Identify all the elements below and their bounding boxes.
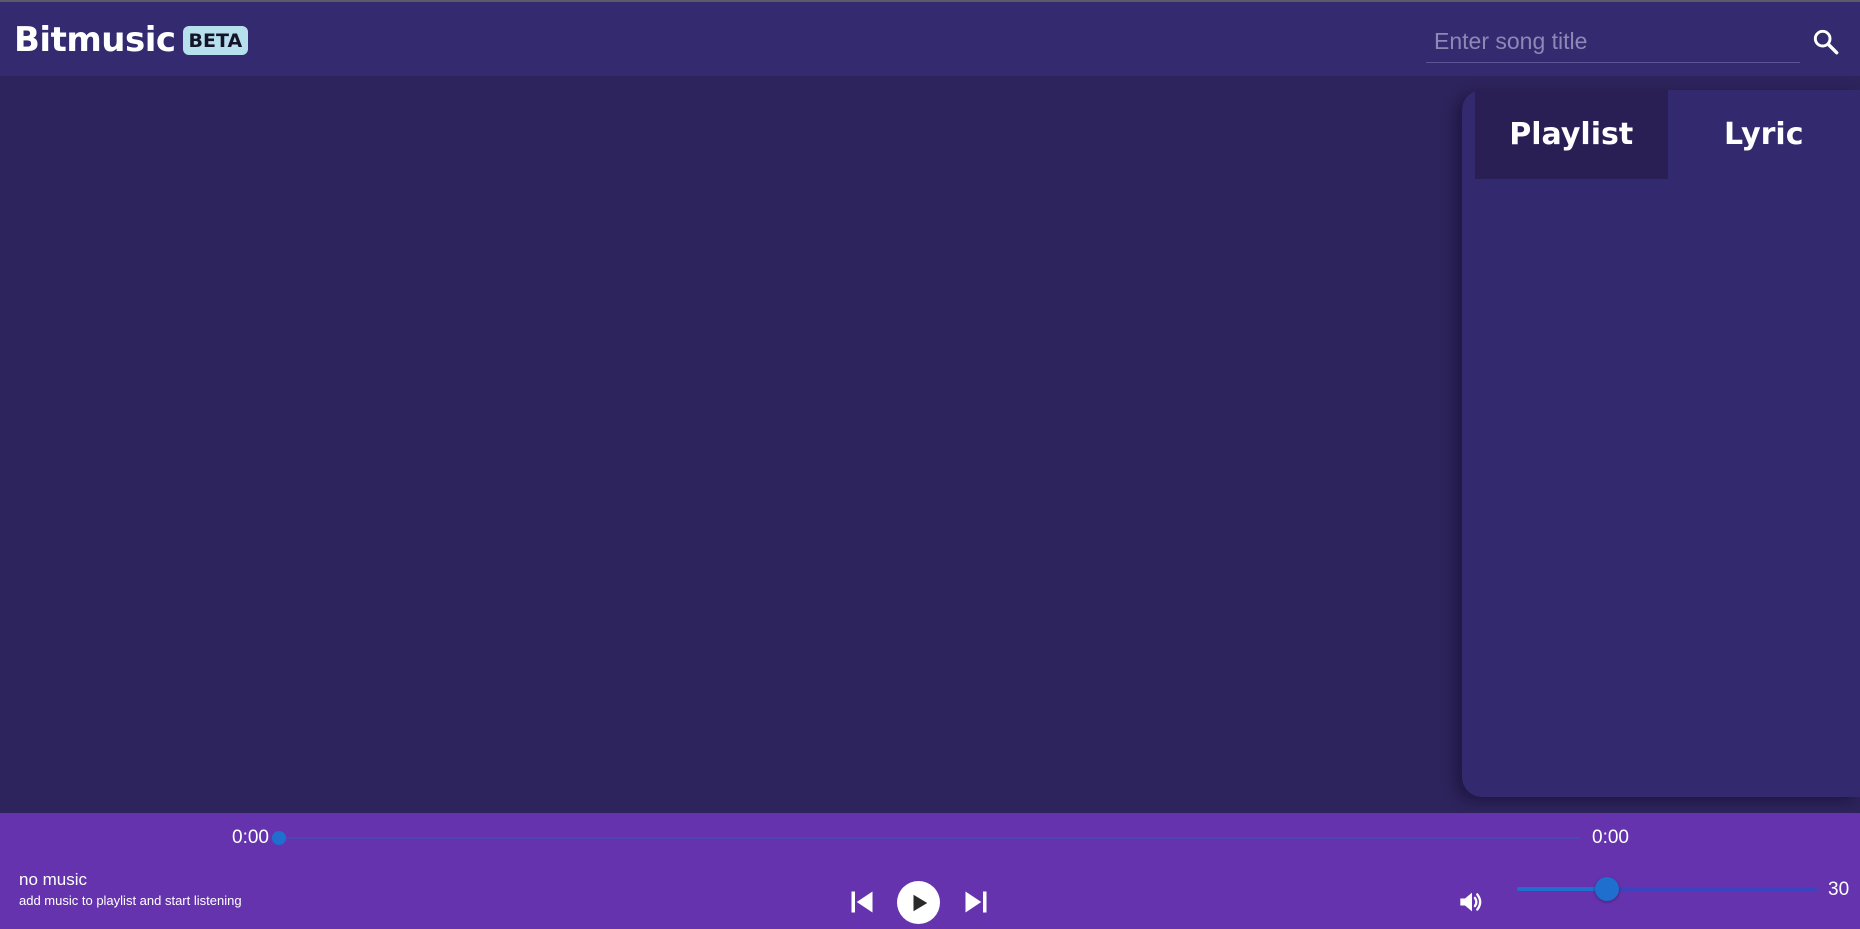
search-button[interactable]	[1810, 26, 1842, 58]
app-logo-text: Bitmusic	[14, 20, 176, 60]
volume-up-icon	[1460, 892, 1482, 912]
beta-badge: BETA	[182, 25, 249, 55]
volume-track-fill	[1517, 887, 1607, 891]
volume-button[interactable]	[1458, 888, 1486, 920]
next-button[interactable]	[962, 888, 990, 920]
tab-lyric[interactable]: Lyric	[1668, 90, 1860, 179]
search-icon	[1813, 29, 1839, 55]
play-icon	[913, 894, 927, 911]
play-button[interactable]	[897, 881, 940, 924]
app-header: Bitmusic BETA	[0, 2, 1860, 76]
panel-tabs: Playlist Lyric	[1475, 90, 1860, 179]
progress-thumb[interactable]	[272, 831, 286, 845]
volume-thumb[interactable]	[1595, 877, 1619, 901]
tab-playlist[interactable]: Playlist	[1475, 90, 1668, 179]
song-subtitle: add music to playlist and start listenin…	[19, 893, 242, 908]
previous-button[interactable]	[848, 888, 876, 920]
volume-value: 30	[1828, 879, 1850, 900]
skip-next-icon	[965, 891, 987, 913]
song-title: no music	[19, 870, 88, 889]
progress-track[interactable]	[278, 837, 1580, 839]
side-panel: Playlist Lyric	[1462, 90, 1860, 797]
skip-previous-icon	[851, 891, 873, 913]
current-time: 0:00	[232, 827, 269, 848]
search-input[interactable]	[1426, 20, 1800, 62]
player-bar: 0:00 0:00 no music add music to playlist…	[0, 813, 1860, 929]
brand[interactable]: Bitmusic BETA	[14, 20, 249, 60]
search-field	[1426, 20, 1800, 63]
total-time: 0:00	[1592, 827, 1629, 848]
